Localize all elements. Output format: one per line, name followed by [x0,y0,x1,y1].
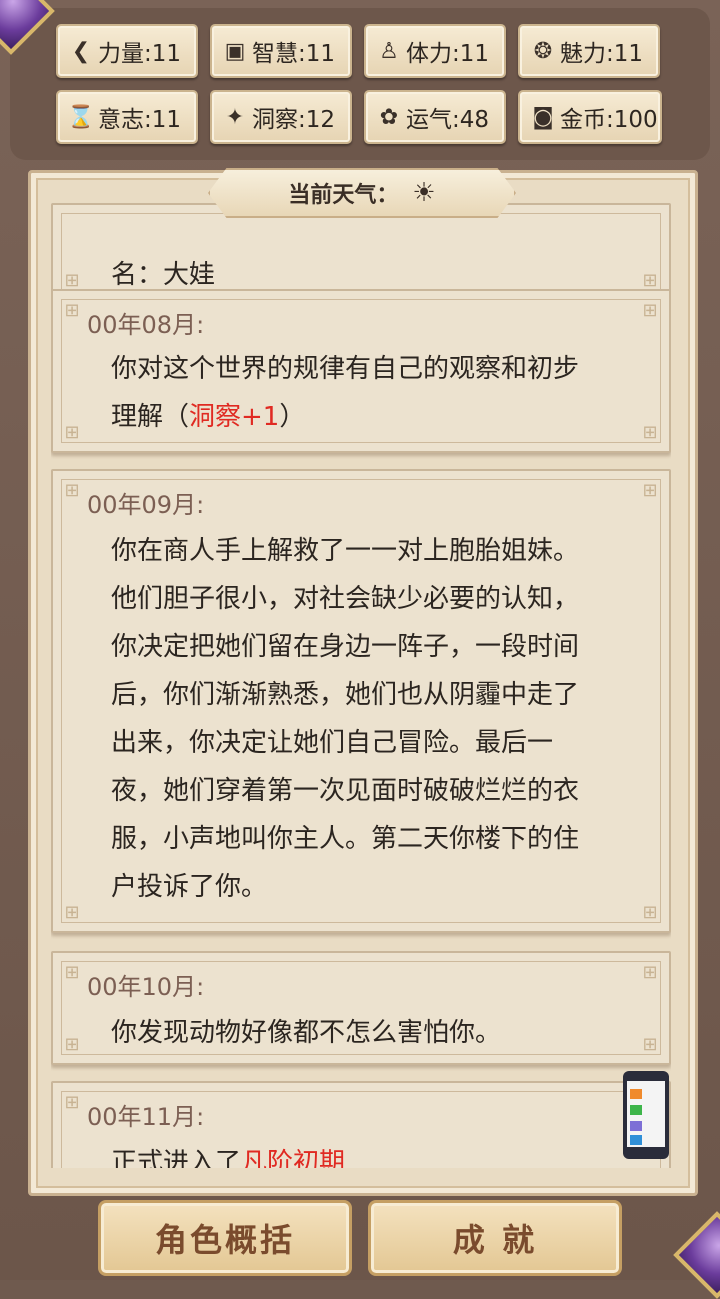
stat-strength[interactable]: ❮ 力量:11 [56,24,198,78]
insight-icon: ✦ [225,104,245,130]
charm-icon: ❂ [533,38,553,64]
floating-phone-icon[interactable] [623,1071,669,1159]
event-text: 你对这个世界的规律有自己的观察和初步理解（洞察+1） [111,354,580,432]
stat-label: 运气:48 [406,107,490,133]
event-card: ⊞ ⊞ 00年11月: 正式进入了凡阶初期 [51,1081,671,1168]
weather-label: 当前天气： [288,183,399,208]
event-card: ⊞ ⊞ ⊞ ⊞ 00年09月: 你在商人手上解救了一一对上胞胎姐妹。他们胆子很小… [51,469,671,933]
event-feed[interactable]: ⊞ ⊞ 名：大娃 ⊞ ⊞ ⊞ ⊞ 00年08月: 你对这个世界的规律有自己的观察… [51,173,671,1168]
ornament-icon: ⊞ [642,479,658,501]
ornament-icon: ⊞ [64,299,80,321]
corner-gem-bottom-right [673,1211,720,1299]
stat-willpower[interactable]: ⌛ 意志:11 [56,90,198,144]
weather-banner: 当前天气： ☀ [208,168,516,218]
strength-icon: ❮ [71,38,91,64]
stat-coins[interactable]: ◙ 金币:100 [518,90,662,144]
luck-icon: ✿ [379,104,399,130]
achievements-button[interactable]: 成 就 [368,1200,622,1276]
event-date: 00年09月: [87,491,205,519]
stat-label: 洞察:12 [252,107,336,133]
ornament-icon: ⊞ [64,961,80,983]
game-frame: ❮ 力量:11 ▣ 智慧:11 ♙ 体力:11 ❂ 魅力:11 ⌛ 意志:11 … [0,0,720,1299]
stat-insight[interactable]: ✦ 洞察:12 [210,90,352,144]
ornament-icon: ⊞ [64,1033,80,1055]
ornament-icon: ⊞ [642,421,658,443]
ornament-icon: ⊞ [64,269,80,291]
stat-wisdom[interactable]: ▣ 智慧:11 [210,24,352,78]
stat-label: 力量:11 [98,41,182,67]
stat-label: 智慧:11 [252,41,336,67]
stat-change: 洞察+1 [189,402,280,432]
stat-charm[interactable]: ❂ 魅力:11 [518,24,660,78]
app-icon-green [630,1105,642,1115]
event-date: 00年11月: [87,1103,205,1131]
stamina-icon: ♙ [379,38,399,64]
ornament-icon: ⊞ [642,1033,658,1055]
event-text: 正式进入了凡阶初期 [111,1139,589,1168]
realm-highlight: 凡阶初期 [241,1148,346,1168]
ornament-icon: ⊞ [642,901,658,923]
willpower-icon: ⌛ [67,104,95,130]
app-icon-purple [630,1121,642,1131]
stats-panel: ❮ 力量:11 ▣ 智慧:11 ♙ 体力:11 ❂ 魅力:11 ⌛ 意志:11 … [10,8,710,160]
ornament-icon: ⊞ [64,1091,80,1113]
stat-label: 魅力:11 [560,41,644,67]
event-date: 00年10月: [87,973,205,1001]
wisdom-icon: ▣ [224,38,246,64]
ornament-icon: ⊞ [64,421,80,443]
event-date: 00年08月: [87,311,205,339]
event-card: ⊞ ⊞ ⊞ ⊞ 00年10月: 你发现动物好像都不怎么害怕你。 [51,951,671,1065]
event-card: ⊞ ⊞ ⊞ ⊞ 00年08月: 你对这个世界的规律有自己的观察和初步理解（洞察+… [51,289,671,453]
coin-icon: ◙ [532,104,554,130]
ornament-icon: ⊞ [642,269,658,291]
app-icon-orange [630,1089,642,1099]
event-log-panel[interactable]: ⊞ ⊞ 名：大娃 ⊞ ⊞ ⊞ ⊞ 00年08月: 你对这个世界的规律有自己的观察… [28,170,698,1196]
event-text: 你在商人手上解救了一一对上胞胎姐妹。他们胆子很小，对社会缺少必要的认知，你决定把… [111,536,580,902]
ornament-icon: ⊞ [642,961,658,983]
stat-luck[interactable]: ✿ 运气:48 [364,90,506,144]
stat-label: 体力:11 [406,41,490,67]
stat-label: 金币:100 [560,107,658,133]
stat-label: 意志:11 [98,107,182,133]
phone-screen [627,1081,665,1147]
ornament-icon: ⊞ [64,901,80,923]
ornament-icon: ⊞ [64,479,80,501]
stat-stamina[interactable]: ♙ 体力:11 [364,24,506,78]
event-text: 你发现动物好像都不怎么害怕你。 [111,1018,502,1048]
ornament-icon: ⊞ [642,299,658,321]
app-icon-blue [630,1135,642,1145]
character-summary-button[interactable]: 角色概括 [98,1200,352,1276]
sun-icon: ☀ [412,178,436,208]
